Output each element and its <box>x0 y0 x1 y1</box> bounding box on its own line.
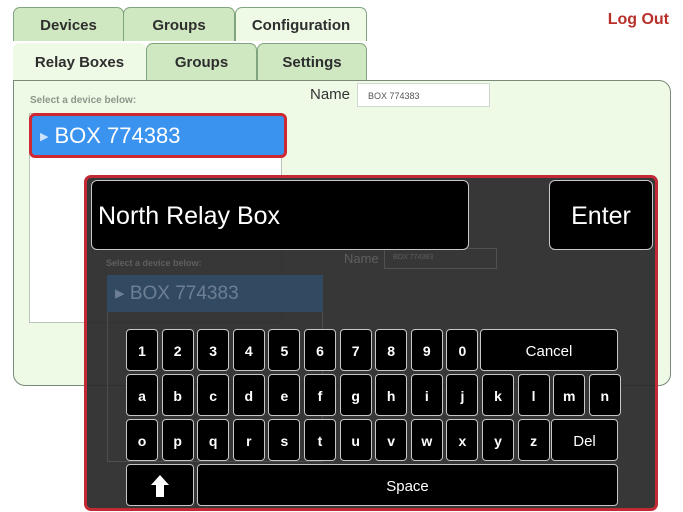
ghost-name-label: Name <box>344 251 379 266</box>
key-v[interactable]: v <box>375 419 408 461</box>
enter-button[interactable]: Enter <box>549 180 653 250</box>
tab-groups[interactable]: Groups <box>123 7 235 41</box>
logout-link[interactable]: Log Out <box>608 11 669 29</box>
ghost-name-field: BOX 774383 <box>384 248 497 269</box>
key-1[interactable]: 1 <box>126 329 158 371</box>
name-label: Name <box>310 86 351 103</box>
tab-configuration[interactable]: Configuration <box>235 7 367 41</box>
key-n[interactable]: n <box>588 374 621 416</box>
key-x[interactable]: x <box>446 419 479 461</box>
name-field[interactable]: BOX 774383 <box>357 83 490 107</box>
key-l[interactable]: l <box>517 374 550 416</box>
key-j[interactable]: j <box>446 374 479 416</box>
device-list-hint: Select a device below: <box>30 95 137 106</box>
device-label: BOX 774383 <box>54 123 181 148</box>
cancel-key[interactable]: Cancel <box>480 329 618 371</box>
key-z[interactable]: z <box>517 419 550 461</box>
up-arrow-icon <box>151 475 169 497</box>
ghost-hint: Select a device below: <box>106 258 202 268</box>
key-2[interactable]: 2 <box>161 329 194 371</box>
key-a[interactable]: a <box>126 374 158 416</box>
key-p[interactable]: p <box>161 419 194 461</box>
key-y[interactable]: y <box>482 419 514 461</box>
key-q[interactable]: q <box>197 419 230 461</box>
keyboard-overlay: Select a device below: Name BOX 774383 ▸… <box>84 175 658 511</box>
key-9[interactable]: 9 <box>410 329 443 371</box>
key-d[interactable]: d <box>232 374 265 416</box>
key-5[interactable]: 5 <box>268 329 301 371</box>
ghost-device-item: ▸ BOX 774383 <box>107 275 323 312</box>
key-f[interactable]: f <box>304 374 336 416</box>
key-8[interactable]: 8 <box>375 329 408 371</box>
key-4[interactable]: 4 <box>232 329 265 371</box>
key-6[interactable]: 6 <box>304 329 336 371</box>
key-b[interactable]: b <box>161 374 194 416</box>
key-o[interactable]: o <box>126 419 158 461</box>
del-key[interactable]: Del <box>551 419 618 461</box>
key-e[interactable]: e <box>268 374 301 416</box>
key-g[interactable]: g <box>339 374 372 416</box>
key-0[interactable]: 0 <box>446 329 479 371</box>
keyboard-input[interactable]: North Relay Box <box>91 180 469 250</box>
subtab-relay-boxes[interactable]: Relay Boxes <box>13 43 146 81</box>
key-k[interactable]: k <box>482 374 514 416</box>
key-c[interactable]: c <box>197 374 230 416</box>
key-t[interactable]: t <box>304 419 336 461</box>
key-7[interactable]: 7 <box>339 329 372 371</box>
key-i[interactable]: i <box>410 374 443 416</box>
space-key[interactable]: Space <box>197 464 618 506</box>
subtab-groups[interactable]: Groups <box>146 43 257 81</box>
subtab-settings[interactable]: Settings <box>257 43 367 81</box>
key-u[interactable]: u <box>339 419 372 461</box>
key-r[interactable]: r <box>232 419 265 461</box>
key-w[interactable]: w <box>410 419 443 461</box>
key-m[interactable]: m <box>553 374 586 416</box>
tab-devices[interactable]: Devices <box>13 7 124 41</box>
shift-key[interactable] <box>126 464 194 506</box>
key-3[interactable]: 3 <box>197 329 230 371</box>
key-h[interactable]: h <box>375 374 408 416</box>
expand-triangle-icon: ▶ <box>40 131 49 143</box>
device-list-item[interactable]: ▶ BOX 774383 <box>29 113 287 158</box>
key-s[interactable]: s <box>268 419 301 461</box>
